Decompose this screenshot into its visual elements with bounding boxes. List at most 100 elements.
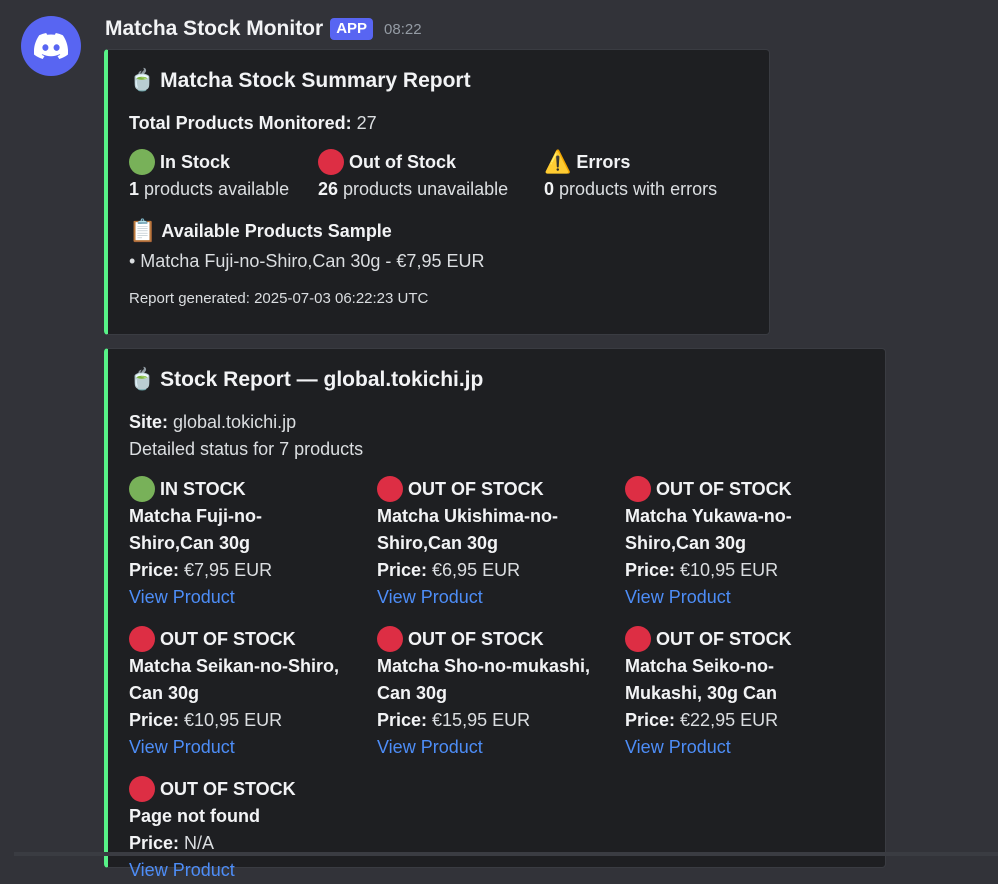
site-label: Site: — [129, 412, 169, 432]
tea-icon: 🍵 — [129, 368, 156, 391]
product-name-line-2: Can 30g — [129, 683, 200, 703]
product-name-line-1: Matcha Fuji-no- — [129, 506, 262, 526]
price-label: Price: — [377, 560, 428, 580]
message-header: Matcha Stock Monitor APP 08:22 — [105, 15, 422, 43]
product-name-line-1: Matcha Sho-no-mukashi, — [377, 656, 591, 676]
price-label: Price: — [625, 710, 676, 730]
product-name-line-2: Mukashi, 30g Can — [625, 683, 778, 703]
red-circle-icon — [625, 476, 651, 502]
red-circle-icon — [377, 476, 403, 502]
product-name-line-1: Matcha Yukawa-no- — [625, 506, 792, 526]
summary-embed: 🍵 Matcha Stock Summary Report Total Prod… — [104, 49, 770, 335]
price-value: €22,95 EUR — [675, 710, 779, 730]
price-label: Price: — [625, 560, 676, 580]
tea-icon: 🍵 — [129, 69, 156, 92]
site-line: Site: global.tokichi.jp — [129, 409, 869, 436]
product-price: Price: €10,95 EUR — [625, 557, 871, 584]
product-name-line-1: Matcha Ukishima-no- — [377, 506, 559, 526]
product-card: OUT OF STOCK Matcha Yukawa-no- Shiro,Can 3… — [625, 475, 871, 611]
in-stock-count: 1 — [129, 179, 140, 199]
product-name-line-1: Matcha Seikan-no-Shiro, — [129, 656, 340, 676]
price-label: Price: — [129, 560, 180, 580]
app-badge: APP — [330, 18, 374, 40]
total-products-line: Total Products Monitored: 27 — [129, 110, 753, 137]
out-of-stock-count: 26 — [318, 179, 339, 199]
report-footer: Report generated: 2025-07-03 06:22:23 UT… — [129, 290, 429, 307]
green-circle-icon — [129, 476, 155, 502]
red-circle-icon — [377, 626, 403, 652]
product-status-label: OUT OF STOCK — [656, 478, 792, 499]
in-stock-label: In Stock — [160, 151, 231, 172]
red-circle-icon — [129, 776, 155, 802]
price-value: N/A — [179, 833, 215, 853]
price-label: Price: — [129, 833, 180, 853]
errors-label: Errors — [576, 151, 631, 172]
clipboard-icon: 📋 — [129, 218, 157, 243]
sample-item: • Matcha Fuji-no-Shiro,Can 30g - €7,95 E… — [129, 251, 485, 271]
in-stock-suffix: products available — [139, 179, 290, 199]
green-circle-icon — [129, 149, 155, 175]
site-value: global.tokichi.jp — [168, 412, 297, 432]
view-product-link[interactable]: View Product — [129, 857, 375, 884]
view-product-link[interactable]: View Product — [129, 734, 375, 761]
view-product-link[interactable]: View Product — [625, 734, 871, 761]
product-name-line-2: Can 30g — [377, 683, 448, 703]
price-label: Price: — [377, 710, 428, 730]
in-stock-field: In Stock 1 products available — [129, 148, 289, 203]
out-of-stock-field: Out of Stock 26 products unavailable — [318, 148, 508, 203]
product-name-line-1: Matcha Seiko-no- — [625, 656, 775, 676]
price-label: Price: — [129, 710, 180, 730]
product-status: OUT OF STOCK — [625, 475, 871, 503]
view-product-link[interactable]: View Product — [377, 734, 623, 761]
message-timestamp[interactable]: 08:22 — [384, 21, 422, 38]
product-card: OUT OF STOCK Matcha Sho-no-mukashi, Can 30… — [377, 625, 623, 761]
product-status-label: IN STOCK — [160, 478, 246, 499]
product-price: Price: €10,95 EUR — [129, 707, 375, 734]
product-status-label: OUT OF STOCK — [408, 628, 544, 649]
product-status: OUT OF STOCK — [129, 775, 375, 803]
product-name-line-2: Shiro,Can 30g — [129, 533, 251, 553]
price-value: €6,95 EUR — [427, 560, 521, 580]
view-product-link[interactable]: View Product — [129, 584, 375, 611]
product-price: Price: €6,95 EUR — [377, 557, 623, 584]
price-value: €10,95 EUR — [179, 710, 283, 730]
red-circle-icon — [129, 626, 155, 652]
bot-avatar[interactable] — [21, 16, 81, 76]
summary-title-text: Matcha Stock Summary Report — [160, 69, 471, 92]
product-status: OUT OF STOCK — [625, 625, 871, 653]
detail-line: Detailed status for 7 products — [129, 439, 364, 459]
out-of-stock-label: Out of Stock — [349, 151, 456, 172]
view-product-link[interactable]: View Product — [377, 584, 623, 611]
errors-field: ⚠️ Errors 0 products with errors — [544, 148, 717, 203]
product-status: OUT OF STOCK — [377, 475, 623, 503]
product-price: Price: €15,95 EUR — [377, 707, 623, 734]
product-name-line-2: Shiro,Can 30g — [625, 533, 747, 553]
discord-logo-icon — [34, 33, 68, 59]
product-status-label: OUT OF STOCK — [656, 628, 792, 649]
sample-title: Available Products Sample — [161, 220, 392, 241]
errors-suffix: products with errors — [554, 179, 718, 199]
total-value: 27 — [356, 113, 377, 133]
product-name-line-2: Shiro,Can 30g — [377, 533, 499, 553]
product-status-label: OUT OF STOCK — [160, 778, 296, 799]
price-value: €7,95 EUR — [179, 560, 273, 580]
product-status-label: OUT OF STOCK — [408, 478, 544, 499]
product-status: OUT OF STOCK — [377, 625, 623, 653]
red-circle-icon — [318, 149, 344, 175]
view-product-link[interactable]: View Product — [625, 584, 871, 611]
product-card: OUT OF STOCK Matcha Seikan-no-Shiro, Can 3… — [129, 625, 375, 761]
errors-count: 0 — [544, 179, 555, 199]
product-status: OUT OF STOCK — [129, 625, 375, 653]
report-title: 🍵 Stock Report — global.tokichi.jp — [129, 366, 869, 394]
report-title-text: Stock Report — global.tokichi.jp — [160, 368, 484, 391]
product-card: IN STOCK Matcha Fuji-no- Shiro,Can 30g Pric… — [129, 475, 375, 611]
author-name[interactable]: Matcha Stock Monitor — [105, 17, 323, 41]
product-card: OUT OF STOCK Matcha Seiko-no- Mukashi, 30g… — [625, 625, 871, 761]
price-value: €15,95 EUR — [427, 710, 531, 730]
product-price: Price: €7,95 EUR — [129, 557, 375, 584]
product-name-line-1: Page not found — [129, 806, 260, 826]
price-value: €10,95 EUR — [675, 560, 779, 580]
product-card: OUT OF STOCK Page not found Price: N/A View… — [129, 775, 375, 884]
scroll-edge — [14, 852, 998, 856]
red-circle-icon — [625, 626, 651, 652]
